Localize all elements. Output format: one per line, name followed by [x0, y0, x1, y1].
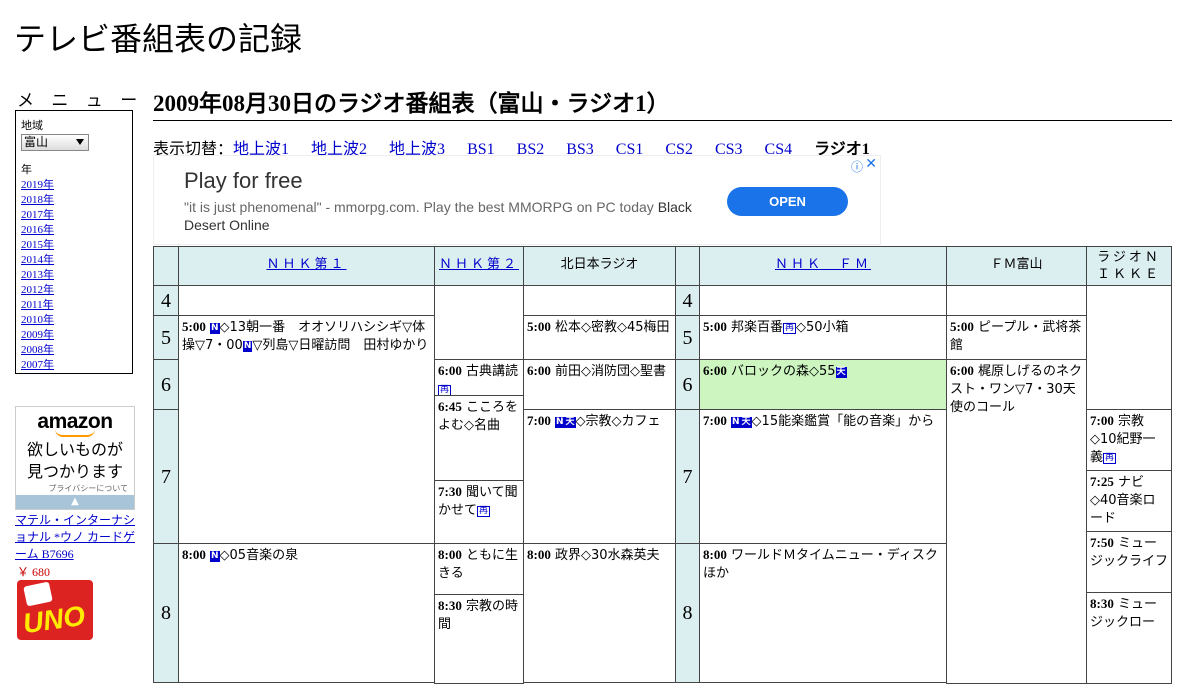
channel-header-knb: 北日本ラジオ [523, 246, 676, 286]
year-link-2012[interactable]: 2012年 [21, 283, 127, 298]
program-cell[interactable]: 7:00 N 天◇宗教◇カフェ [523, 409, 676, 544]
region-label: 地域 [21, 119, 43, 132]
corner-cell-2 [675, 246, 700, 286]
program-cell[interactable]: 5:00 松本◇密教◇45梅田 [523, 315, 676, 360]
menu-heading: メ ニ ュ ー [17, 91, 144, 111]
year-link-2014[interactable]: 2014年 [21, 253, 127, 268]
year-link-2018[interactable]: 2018年 [21, 193, 127, 208]
hour-8: 8 [675, 543, 700, 683]
program-cell[interactable]: 5:00 邦楽百番再 ◇50小箱 [699, 315, 947, 360]
program-cell [1086, 285, 1172, 410]
channel-link-nhkfm[interactable]: ＮＨＫ ＦＭ [775, 257, 871, 272]
uno-logo: UNO [21, 599, 88, 640]
site-title: テレビ番組表の記録 [14, 20, 303, 58]
program-cell[interactable]: 6:00 前田◇消防団◇聖書 [523, 359, 676, 410]
ad-open-button[interactable]: OPEN [727, 187, 848, 216]
year-link-2019[interactable]: 2019年 [21, 178, 127, 193]
ad-banner[interactable]: Play for free "it is just phenomenal" - … [153, 155, 881, 245]
program-cell[interactable]: 7:00 N 天◇15能楽鑑賞「能の音楽」から [699, 409, 947, 544]
program-cell [699, 285, 947, 316]
hour-6: 6 [675, 359, 700, 410]
hour-5: 5 [153, 315, 179, 360]
program-cell[interactable]: 6:00 古典講読再 [434, 359, 524, 396]
amazon-ad[interactable]: amazon 欲しいものが 見つかります プライバシーについて ▲ [15, 406, 135, 510]
program-cell[interactable]: 8:30 宗教の時間 [434, 594, 524, 684]
schedule-grid: ＮＨＫ第１ ＮＨＫ第２ 北日本ラジオ ＮＨＫ ＦＭ ＦＭ富山 ラジオＮＩＫＫＥＩ… [153, 246, 1172, 684]
product-link[interactable]: マテル・インターナショナル *ウノ カードゲーム B7696 [15, 512, 137, 563]
hour-4: 4 [153, 285, 179, 316]
program-cell [523, 285, 676, 316]
page-title: 2009年08月30日のラジオ番組表（富山・ラジオ1） [153, 84, 1172, 121]
amazon-privacy-link[interactable]: プライバシーについて [16, 483, 134, 494]
program-cell[interactable]: 8:00 ともに生きる [434, 543, 524, 595]
year-link-2008[interactable]: 2008年 [21, 343, 127, 358]
hour-8: 8 [153, 543, 179, 683]
program-cell [946, 285, 1087, 316]
program-cell[interactable]: 5:00 ピープル・武将茶館 [946, 315, 1087, 360]
year-link-2010[interactable]: 2010年 [21, 313, 127, 328]
product-price: ￥ 680 [17, 565, 51, 579]
hour-6: 6 [153, 359, 179, 410]
program-cell-current[interactable]: 6:00 バロックの森◇55天 [699, 359, 947, 410]
program-cell[interactable]: 5:00 N◇13朝一番 オオソリハシシギ▽体操▽7・00N▽列島▽日曜訪問 田… [178, 315, 435, 544]
program-cell[interactable]: 6:00 梶原しげるのネクスト・ワン▽7・30天使のコール [946, 359, 1087, 684]
card-shape [23, 581, 53, 607]
channel-header-fmtoyama: ＦＭ富山 [946, 246, 1087, 286]
year-link-2013[interactable]: 2013年 [21, 268, 127, 283]
year-link-2011[interactable]: 2011年 [21, 298, 127, 313]
chevron-up-icon[interactable]: ▲ [16, 495, 134, 509]
ad-description: "it is just phenomenal" - mmorpg.com. Pl… [184, 199, 692, 233]
menu-panel: 地域 富山 年 2019年 2018年 2017年 2016年 2015年 20… [15, 110, 133, 374]
channel-link-nhk1[interactable]: ＮＨＫ第１ [266, 257, 346, 272]
program-cell [178, 285, 435, 316]
year-link-2015[interactable]: 2015年 [21, 238, 127, 253]
channel-header-nhk2: ＮＨＫ第２ [434, 246, 524, 286]
channel-header-nhk1: ＮＨＫ第１ [178, 246, 435, 286]
channel-link-nhk2[interactable]: ＮＨＫ第２ [439, 257, 519, 272]
year-link-2016[interactable]: 2016年 [21, 223, 127, 238]
amazon-ad-text: 欲しいものが 見つかります [26, 440, 123, 481]
channel-header-nikkei: ラジオＮＩＫＫＥＩ [1086, 246, 1172, 286]
channel-header-nhkfm: ＮＨＫ ＦＭ [699, 246, 947, 286]
info-icon[interactable]: ⓘ [851, 158, 863, 175]
region-select[interactable]: 富山 [21, 134, 89, 151]
hour-7: 7 [675, 409, 700, 544]
program-cell[interactable]: 8:00 ワールドＭタイムニュー・ディスクほか [699, 543, 947, 683]
year-link-2017[interactable]: 2017年 [21, 208, 127, 223]
year-label: 年 [21, 163, 32, 176]
corner-cell [153, 246, 179, 286]
product-image[interactable]: UNO [17, 580, 93, 640]
hour-7: 7 [153, 409, 179, 544]
year-link-2007[interactable]: 2007年 [21, 358, 127, 373]
chevron-down-icon [76, 139, 84, 145]
year-link-2009[interactable]: 2009年 [21, 328, 127, 343]
close-icon[interactable]: ✕ [865, 156, 877, 172]
ad-title[interactable]: Play for free [184, 168, 303, 194]
program-cell [434, 285, 524, 360]
program-cell[interactable]: 7:30 聞いて聞かせて再 [434, 480, 524, 544]
program-cell[interactable]: 7:00 宗教◇10紀野一義再 [1086, 409, 1172, 471]
amazon-logo: amazon [37, 410, 113, 433]
program-cell[interactable]: 7:50 ミュージックライフ [1086, 531, 1172, 593]
region-value: 富山 [24, 135, 49, 149]
program-cell[interactable]: 7:25 ナビ◇40音楽ロード [1086, 470, 1172, 532]
program-cell[interactable]: 8:00 政界◇30水森英夫 [523, 543, 676, 683]
program-cell[interactable]: 8:30 ミュージックロー [1086, 592, 1172, 684]
program-cell[interactable]: 8:00 N◇05音楽の泉 [178, 543, 435, 683]
hour-5: 5 [675, 315, 700, 360]
hour-4: 4 [675, 285, 700, 316]
program-cell[interactable]: 6:45 こころをよむ◇名曲 [434, 395, 524, 481]
